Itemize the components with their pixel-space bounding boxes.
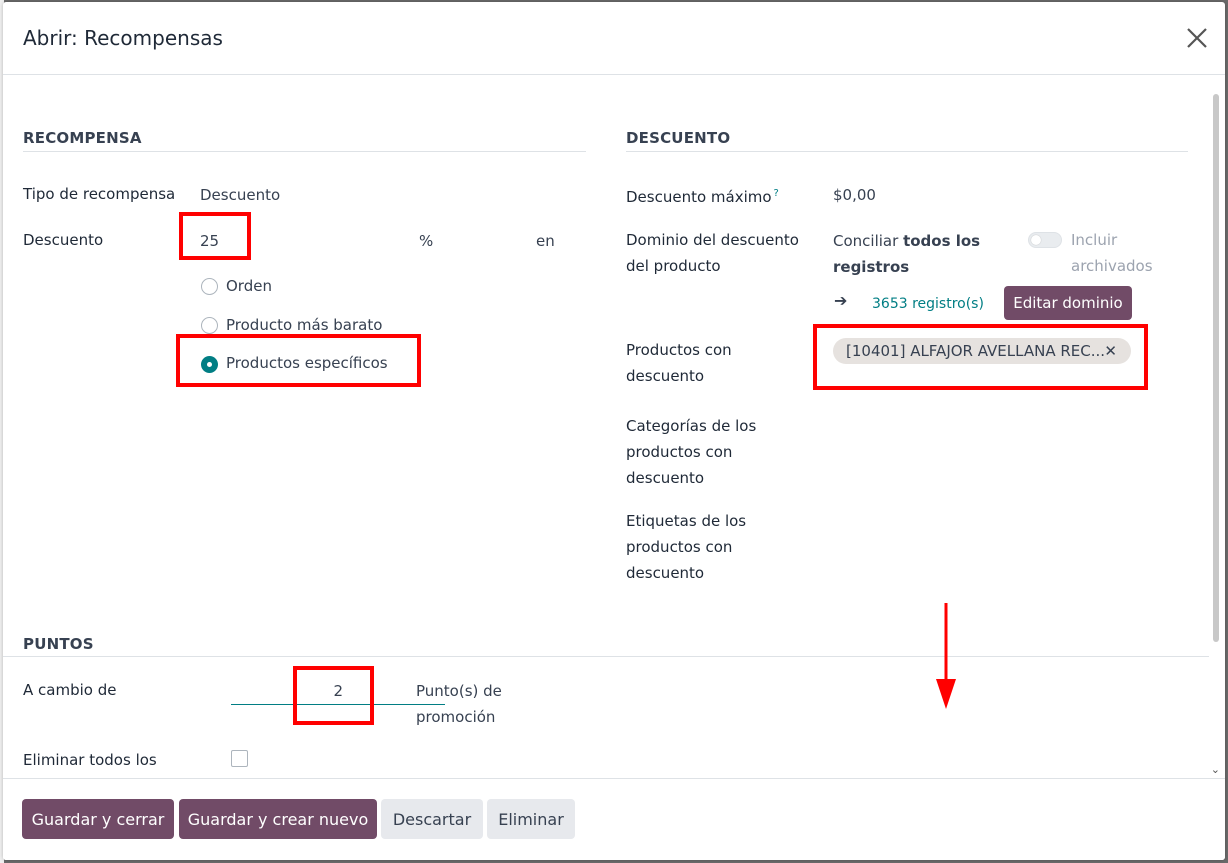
discount-section-divider — [626, 151, 1188, 152]
include-archived-label: Incluir archivados — [1071, 227, 1153, 279]
arrow-right-icon: ➔ — [834, 291, 848, 310]
radio-cheapest-product-label[interactable]: Producto más barato — [226, 314, 382, 336]
reward-type-label: Tipo de recompensa — [23, 185, 176, 203]
domain-match-bold-1: todos los — [903, 232, 981, 250]
discounted-categories-label: Categorías de los productos con descuent… — [626, 413, 756, 491]
dialog-title: Abrir: Recompensas — [23, 26, 223, 50]
points-unit: Punto(s) de promoción — [416, 678, 502, 730]
save-new-button[interactable]: Guardar y crear nuevo — [179, 799, 377, 839]
scrollbar-thumb[interactable] — [1213, 94, 1219, 642]
discount-domain-label: Dominio del descuento del producto — [626, 227, 799, 279]
domain-match-bold-2: registros — [833, 258, 910, 276]
discounted-categories-label-line3: descuento — [626, 469, 705, 487]
radio-order[interactable] — [201, 278, 218, 295]
discounted-categories-label-line2: productos con — [626, 443, 733, 461]
close-icon[interactable] — [1183, 24, 1211, 52]
include-archived-label-line1: Incluir — [1071, 231, 1118, 249]
help-icon[interactable]: ? — [774, 188, 779, 199]
clear-wallet-checkbox[interactable] — [231, 750, 248, 767]
discount-domain-label-line2: del producto — [626, 257, 721, 275]
records-link[interactable]: 3653 registro(s) — [872, 293, 984, 315]
discount-label: Descuento — [23, 231, 104, 249]
points-unit-line2: promoción — [416, 708, 496, 726]
points-section-title: PUNTOS — [23, 635, 94, 653]
highlight-points — [293, 666, 374, 725]
dialog-header: Abrir: Recompensas — [3, 2, 1225, 75]
points-section-divider — [3, 656, 1209, 657]
discounted-tags-label-line2: productos con — [626, 538, 733, 556]
discounted-categories-label-line1: Categorías de los — [626, 417, 757, 435]
dialog-body: ⌄ RECOMPENSA Tipo de recompensa Descuent… — [3, 76, 1225, 778]
delete-button[interactable]: Eliminar — [487, 799, 575, 839]
domain-match-text: Conciliar todos los registros — [833, 228, 980, 280]
discount-section-title: DESCUENTO — [626, 129, 731, 147]
highlight-discount — [179, 212, 251, 260]
exchange-label: A cambio de — [23, 681, 117, 699]
discounted-tags-label: Etiquetas de los productos con descuento — [626, 508, 746, 586]
max-discount-label-text: Descuento máximo — [626, 188, 772, 206]
discard-button[interactable]: Descartar — [381, 799, 483, 839]
highlight-product-tag — [813, 324, 1148, 390]
max-discount-label: Descuento máximo? — [626, 181, 779, 210]
reward-section-title: RECOMPENSA — [23, 129, 142, 147]
discounted-tags-label-line3: descuento — [626, 564, 705, 582]
discount-unit: % — [419, 232, 434, 250]
annotation-arrow-icon — [936, 603, 956, 715]
reward-section-divider — [23, 151, 586, 152]
discounted-products-label: Productos con descuento — [626, 337, 732, 389]
discounted-products-label-line1: Productos con — [626, 341, 732, 359]
dialog-footer: Guardar y cerrar Guardar y crear nuevo D… — [3, 778, 1225, 860]
discount-domain-label-line1: Dominio del descuento — [626, 231, 799, 249]
radio-order-label[interactable]: Orden — [226, 275, 272, 297]
discounted-tags-label-line1: Etiquetas de los — [626, 512, 747, 530]
points-unit-line1: Punto(s) de — [416, 682, 502, 700]
scrollbar[interactable]: ⌄ — [1211, 76, 1221, 778]
include-archived-toggle[interactable] — [1028, 232, 1062, 248]
reward-dialog: Abrir: Recompensas ⌄ RECOMPENSA Tipo de … — [3, 2, 1225, 860]
scroll-down-icon[interactable]: ⌄ — [1211, 763, 1220, 776]
highlight-specific-products — [176, 334, 421, 387]
clear-wallet-label: Eliminar todos los — [23, 751, 157, 769]
max-discount-value[interactable]: $0,00 — [833, 182, 876, 208]
discount-applies-on: en — [536, 232, 555, 250]
reward-type-select[interactable]: Descuento — [200, 182, 280, 208]
save-close-button[interactable]: Guardar y cerrar — [22, 799, 174, 839]
domain-match-prefix: Conciliar — [833, 232, 899, 250]
edit-domain-button[interactable]: Editar dominio — [1004, 286, 1132, 320]
include-archived-label-line2: archivados — [1071, 257, 1153, 275]
radio-cheapest-product[interactable] — [201, 317, 218, 334]
discounted-products-label-line2: descuento — [626, 367, 705, 385]
